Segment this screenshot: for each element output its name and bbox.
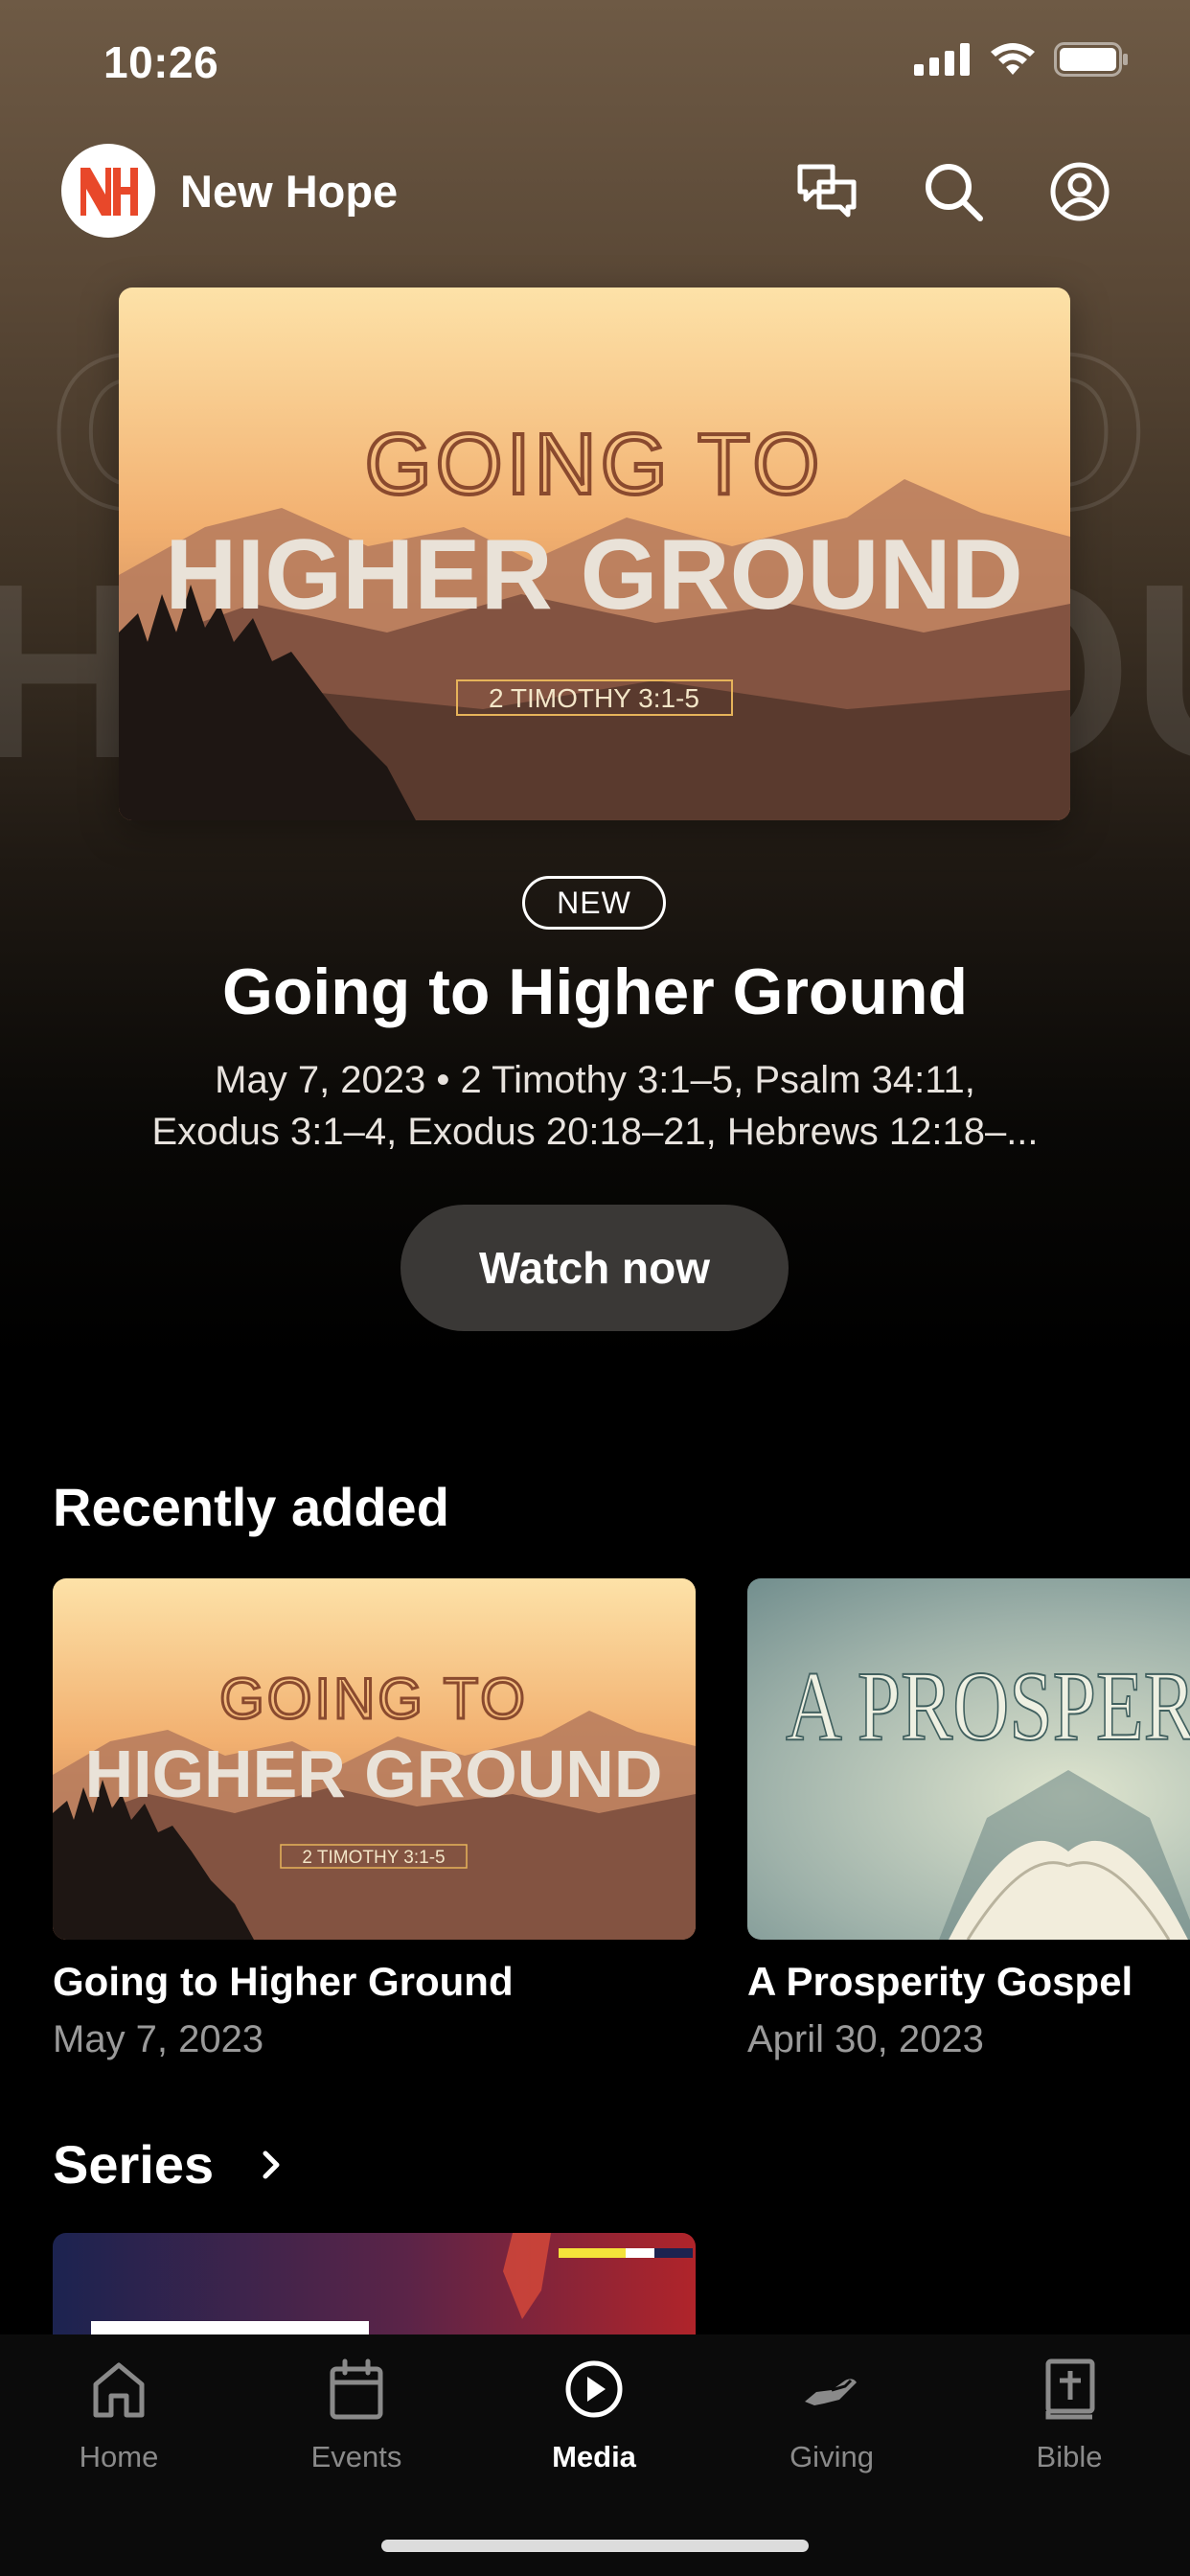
home-icon	[93, 2362, 145, 2418]
artwork-line1: GOING TO	[365, 417, 824, 513]
featured-sermon-artwork[interactable]: GOING TO HIGHER GROUND 2 TIMOTHY 3:1-5	[119, 288, 1070, 820]
play-circle-icon	[565, 2360, 623, 2418]
tab-label: Giving	[790, 2440, 874, 2473]
series-heading: Series	[53, 2134, 215, 2195]
media-card-thumbnail: A PROSPERITY G	[747, 1578, 1190, 1940]
battery-icon	[1054, 42, 1128, 77]
profile-button[interactable]	[1045, 157, 1114, 226]
tab-home[interactable]: Home	[23, 2334, 215, 2488]
media-card-title: A Prosperity Gospel	[747, 1959, 1133, 2004]
card-artwork-scripture: 2 TIMOTHY 3:1-5	[302, 1848, 445, 1868]
tab-label: Home	[79, 2440, 159, 2473]
giving-hand-icon	[805, 2379, 857, 2405]
app-header: New Hope	[0, 144, 1190, 240]
brand-name: New Hope	[180, 166, 399, 217]
recently-added-heading: Recently added	[53, 1477, 449, 1537]
tab-label: Events	[310, 2440, 402, 2473]
series-heading-link[interactable]: Series	[53, 2133, 290, 2196]
status-time: 10:26	[103, 37, 219, 87]
new-hope-logo-icon	[80, 168, 138, 216]
system-icons	[914, 42, 1129, 77]
featured-sermon-title: Going to Higher Ground	[221, 955, 969, 1028]
card-artwork-line1: GOING TO	[219, 1667, 528, 1731]
search-icon	[926, 164, 983, 221]
artwork-line2: HIGHER GROUND	[165, 519, 1023, 631]
search-button[interactable]	[919, 157, 988, 226]
tab-events[interactable]: Events	[261, 2334, 452, 2488]
meta-line-1: May 7, 2023 • 2 Timothy 3:1–5, Psalm 34:…	[215, 1059, 975, 1101]
prosperity-gospel-thumbnail-image: A PROSPERITY G	[747, 1578, 1190, 1940]
new-badge: NEW	[522, 876, 666, 930]
sermon-artwork-image: GOING TO HIGHER GROUND 2 TIMOTHY 3:1-5	[119, 288, 1070, 820]
media-page: GOING TO HIGHER GROUND 10:26	[0, 0, 1190, 2576]
tab-label: Media	[552, 2440, 636, 2473]
featured-sermon-meta: May 7, 2023 • 2 Timothy 3:1–5, Psalm 34:…	[105, 1054, 1085, 1158]
higher-ground-thumbnail-image: GOING TO HIGHER GROUND 2 TIMOTHY 3:1-5	[53, 1578, 696, 1940]
media-card-thumbnail: GOING TO HIGHER GROUND 2 TIMOTHY 3:1-5	[53, 1578, 696, 1940]
bible-icon	[1045, 2358, 1095, 2420]
media-card[interactable]: A PROSPERITY G A Prosperity Gospel April…	[747, 1578, 1190, 2061]
wifi-icon	[991, 43, 1035, 75]
chat-bubbles-icon	[797, 164, 857, 218]
chevron-right-icon	[263, 2150, 280, 2178]
media-card-title: Going to Higher Ground	[53, 1959, 514, 2004]
meta-line-2: Exodus 3:1–4, Exodus 20:18–21, Hebrews 1…	[151, 1111, 1039, 1153]
media-card-date: April 30, 2023	[747, 2018, 984, 2060]
watch-now-button[interactable]: Watch now	[400, 1205, 789, 1331]
tab-giving[interactable]: Giving	[736, 2334, 927, 2488]
card-artwork-line2: HIGHER GROUND	[85, 1736, 663, 1811]
tab-label: Bible	[1036, 2440, 1103, 2473]
home-indicator[interactable]	[381, 2540, 809, 2552]
tab-media[interactable]: Media	[498, 2334, 690, 2488]
account-circle-icon	[1050, 162, 1110, 221]
church-logo[interactable]	[61, 144, 155, 238]
media-card[interactable]: GOING TO HIGHER GROUND 2 TIMOTHY 3:1-5 G…	[53, 1578, 696, 2061]
tab-bible[interactable]: Bible	[973, 2334, 1165, 2488]
artwork-scripture: 2 TIMOTHY 3:1-5	[489, 683, 699, 713]
status-bar: 10:26	[0, 0, 1190, 134]
messages-button[interactable]	[792, 157, 861, 226]
card-artwork-text: A PROSPERITY G	[786, 1651, 1190, 1761]
cellular-signal-icon	[914, 43, 970, 76]
calendar-icon	[330, 2358, 383, 2420]
media-card-date: May 7, 2023	[53, 2018, 264, 2060]
